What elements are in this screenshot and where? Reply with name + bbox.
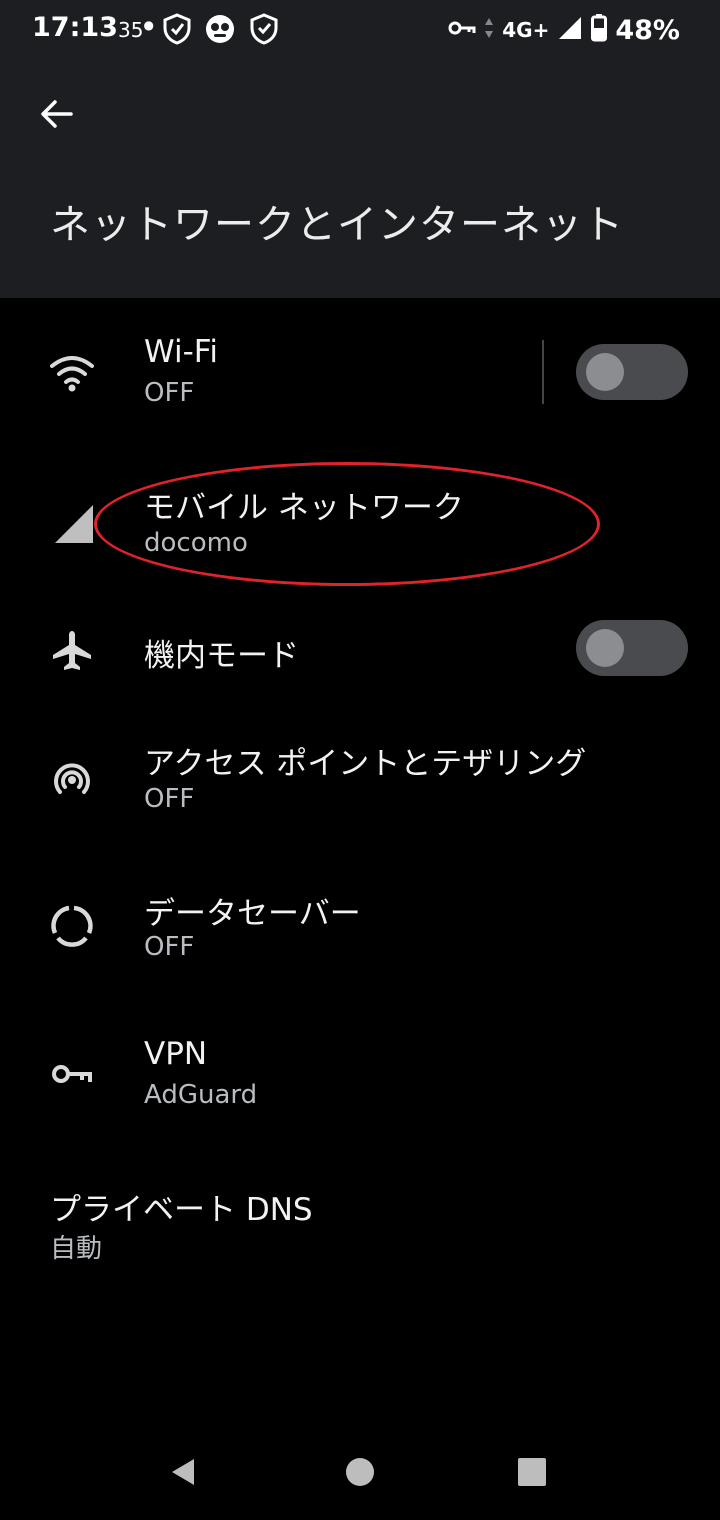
- wifi-title: Wi-Fi: [144, 334, 218, 370]
- airplane-mode-title: 機内モード: [144, 638, 299, 674]
- airplane-toggle-knob: [586, 629, 624, 667]
- app-notification-icon: [203, 12, 237, 46]
- cell-signal-status-icon: [557, 15, 583, 45]
- battery-icon: [591, 14, 608, 46]
- red-highlight-annotation: [94, 462, 600, 586]
- wifi-divider: [542, 340, 544, 404]
- status-right-group: 4G+ 48%: [448, 12, 680, 48]
- vpn-key-icon: [48, 1050, 96, 1098]
- data-saver-icon: [48, 902, 96, 950]
- hotspot-title: アクセス ポイントとテザリング: [144, 746, 587, 782]
- arrow-back-icon: [41, 100, 73, 128]
- page-title: ネットワークとインターネット: [50, 202, 624, 248]
- vpn-title: VPN: [144, 1036, 208, 1072]
- nav-home-button[interactable]: [336, 1448, 384, 1496]
- degree-icon: ●: [143, 18, 154, 32]
- temperature-indicator: 35●: [118, 18, 154, 42]
- vpn-subtitle: AdGuard: [144, 1080, 258, 1110]
- hotspot-subtitle: OFF: [144, 784, 195, 814]
- back-button[interactable]: [28, 86, 84, 142]
- data-activity-icon: [484, 16, 494, 44]
- private-dns-subtitle: 自動: [50, 1234, 103, 1264]
- data-saver-title: データセーバー: [144, 896, 361, 932]
- nav-back-icon: [172, 1459, 194, 1485]
- data-saver-row[interactable]: データセーバー OFF: [0, 870, 720, 990]
- network-type: 4G+: [502, 18, 550, 42]
- hotspot-row[interactable]: アクセス ポイントとテザリング OFF: [0, 720, 720, 840]
- app-bar: 17:13 35● 4G+ 48% ネットワークとインターネット: [0, 0, 720, 298]
- hotspot-icon: [48, 756, 96, 804]
- wifi-icon: [48, 350, 96, 398]
- nav-recents-button[interactable]: [508, 1448, 556, 1496]
- wifi-subtitle: OFF: [144, 378, 195, 408]
- settings-screen: 17:13 35● 4G+ 48% ネットワークとインターネット Wi-Fi O…: [0, 0, 720, 1520]
- private-dns-row[interactable]: プライベート DNS 自動: [0, 1166, 720, 1286]
- private-dns-title: プライベート DNS: [50, 1192, 313, 1228]
- nav-back-button[interactable]: [160, 1448, 208, 1496]
- shield-sync-icon: [160, 12, 194, 46]
- wifi-toggle[interactable]: [576, 344, 688, 400]
- vpn-key-status-icon: [448, 18, 476, 42]
- data-saver-subtitle: OFF: [144, 932, 195, 962]
- status-bar: 17:13 35● 4G+ 48%: [0, 0, 720, 60]
- nav-home-icon: [346, 1458, 374, 1486]
- shield-icon: [247, 12, 281, 46]
- temperature-value: 35: [118, 18, 144, 42]
- status-time: 17:13: [32, 12, 118, 43]
- airplane-mode-toggle[interactable]: [576, 620, 688, 676]
- airplane-icon: [48, 626, 96, 674]
- wifi-toggle-knob: [586, 353, 624, 391]
- nav-recents-icon: [518, 1458, 546, 1486]
- signal-icon: [50, 500, 98, 548]
- vpn-row[interactable]: VPN AdGuard: [0, 1018, 720, 1138]
- battery-percent: 48%: [615, 14, 680, 46]
